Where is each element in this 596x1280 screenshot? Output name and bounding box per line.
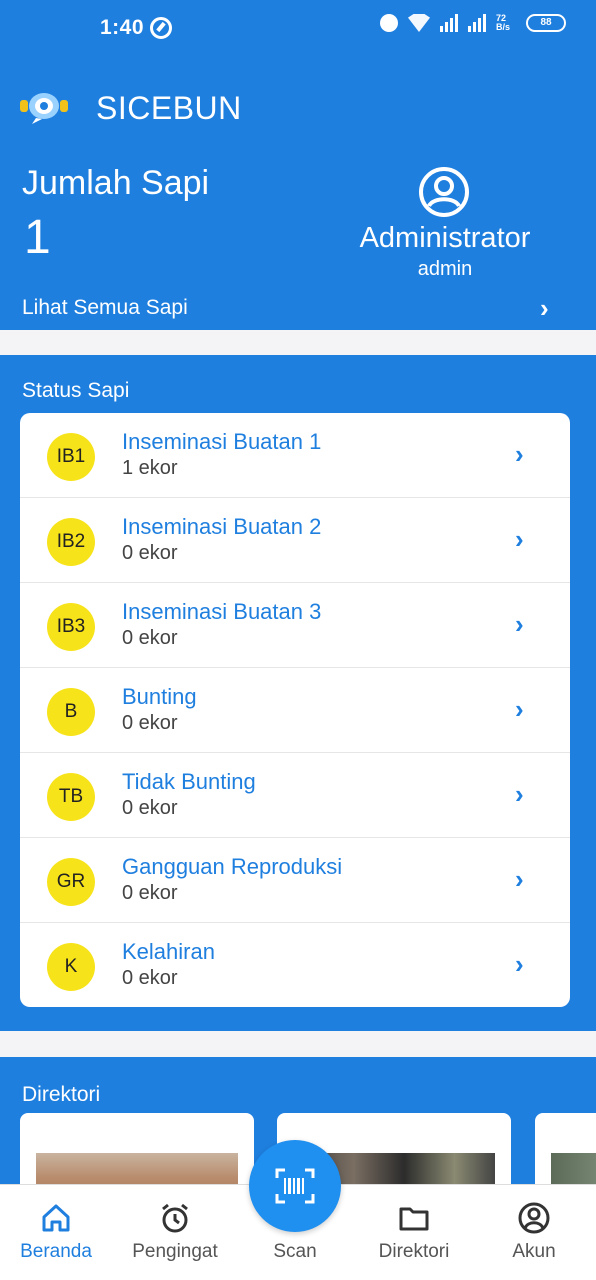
barcode-scan-icon [275,1168,315,1204]
nav-label: Pengingat [132,1241,218,1262]
status-item-ib2[interactable]: IB2 Inseminasi Buatan 2 0 ekor › [20,498,570,583]
status-item-count: 0 ekor [122,882,178,904]
status-item-label: Kelahiran [122,939,215,964]
app-logo-icon [20,93,68,124]
status-badge: IB1 [47,433,95,481]
status-item-kelahiran[interactable]: K Kelahiran 0 ekor › [20,923,570,1007]
chevron-right-icon: › [515,864,524,894]
chevron-right-icon[interactable]: › [540,295,549,321]
status-item-label: Gangguan Reproduksi [122,854,343,879]
status-item-ib3[interactable]: IB3 Inseminasi Buatan 3 0 ekor › [20,583,570,668]
status-badge: IB2 [47,518,95,566]
chevron-right-icon: › [515,439,524,469]
status-section: Status Sapi IB1 Inseminasi Buatan 1 1 ek… [0,355,596,1031]
nav-item-pengingat[interactable]: Pengingat [120,1185,230,1280]
signal-icon [440,14,458,32]
status-item-bunting[interactable]: B Bunting 0 ekor › [20,668,570,753]
status-item-label: Inseminasi Buatan 2 [122,514,322,539]
summary-header: SICEBUN Jumlah Sapi 1 Administrator admi… [0,60,596,330]
app-title: SICEBUN [96,90,242,126]
user-role: admin [417,258,473,280]
status-badge: IB3 [47,603,95,651]
status-time: 1:40 [100,16,145,39]
status-item-label: Tidak Bunting [122,769,256,794]
nav-label: Akun [512,1241,556,1262]
network-speed: 72 B/s [496,13,511,32]
status-item-gangguan-reproduksi[interactable]: GR Gangguan Reproduksi 0 ekor › [20,838,570,923]
status-item-count: 0 ekor [122,967,178,989]
status-bar: 1:40 72 B/s 88 [0,0,596,60]
chevron-right-icon: › [515,779,524,809]
status-item-label: Bunting [122,684,197,709]
status-item-count: 1 ekor [122,457,178,479]
status-item-count: 0 ekor [122,627,178,649]
status-item-count: 0 ekor [122,542,178,564]
status-badge: GR [47,858,95,906]
status-badge: B [47,688,95,736]
section-title: Status Sapi [22,379,130,402]
folder-icon [399,1207,429,1231]
nav-item-direktori[interactable]: Direktori [359,1185,469,1280]
directory-thumbnail [551,1153,596,1187]
status-item-tidak-bunting[interactable]: TB Tidak Bunting 0 ekor › [20,753,570,838]
alarm-clock-icon [162,1203,188,1233]
battery-icon: 88 [526,14,566,32]
user-name: Administrator [359,222,531,254]
home-icon [42,1204,70,1232]
scan-button[interactable] [249,1140,341,1232]
directory-thumbnail [36,1153,238,1187]
user-avatar-icon[interactable] [418,166,470,218]
signal-icon-2 [468,14,486,32]
see-all-cattle-link[interactable]: Lihat Semua Sapi [22,296,188,320]
nav-label: Scan [273,1241,317,1262]
status-list: IB1 Inseminasi Buatan 1 1 ekor › IB2 Ins… [20,413,570,1007]
nav-item-akun[interactable]: Akun [479,1185,589,1280]
alarm-icon [380,14,398,32]
nav-label: Direktori [378,1241,450,1262]
nav-item-beranda[interactable]: Beranda [1,1185,111,1280]
chevron-right-icon: › [515,524,524,554]
chevron-right-icon: › [515,694,524,724]
directory-card[interactable] [535,1113,596,1187]
cattle-count-value: 1 [24,211,51,264]
directory-title: Direktori [22,1083,101,1106]
directory-card[interactable] [20,1113,254,1187]
cattle-count-label: Jumlah Sapi [22,164,210,202]
status-item-label: Inseminasi Buatan 1 [122,429,322,454]
status-badge: TB [47,773,95,821]
status-item-label: Inseminasi Buatan 3 [122,599,322,624]
status-item-count: 0 ekor [122,797,178,819]
chevron-right-icon: › [515,949,524,979]
status-badge: K [47,943,95,991]
nav-label: Beranda [20,1241,92,1262]
status-item-ib1[interactable]: IB1 Inseminasi Buatan 1 1 ekor › [20,413,570,498]
account-icon [518,1202,550,1234]
status-icons: 72 B/s 88 [380,14,566,32]
chevron-right-icon: › [515,609,524,639]
data-saver-icon [150,17,172,39]
wifi-icon [408,14,430,32]
status-item-count: 0 ekor [122,712,178,734]
